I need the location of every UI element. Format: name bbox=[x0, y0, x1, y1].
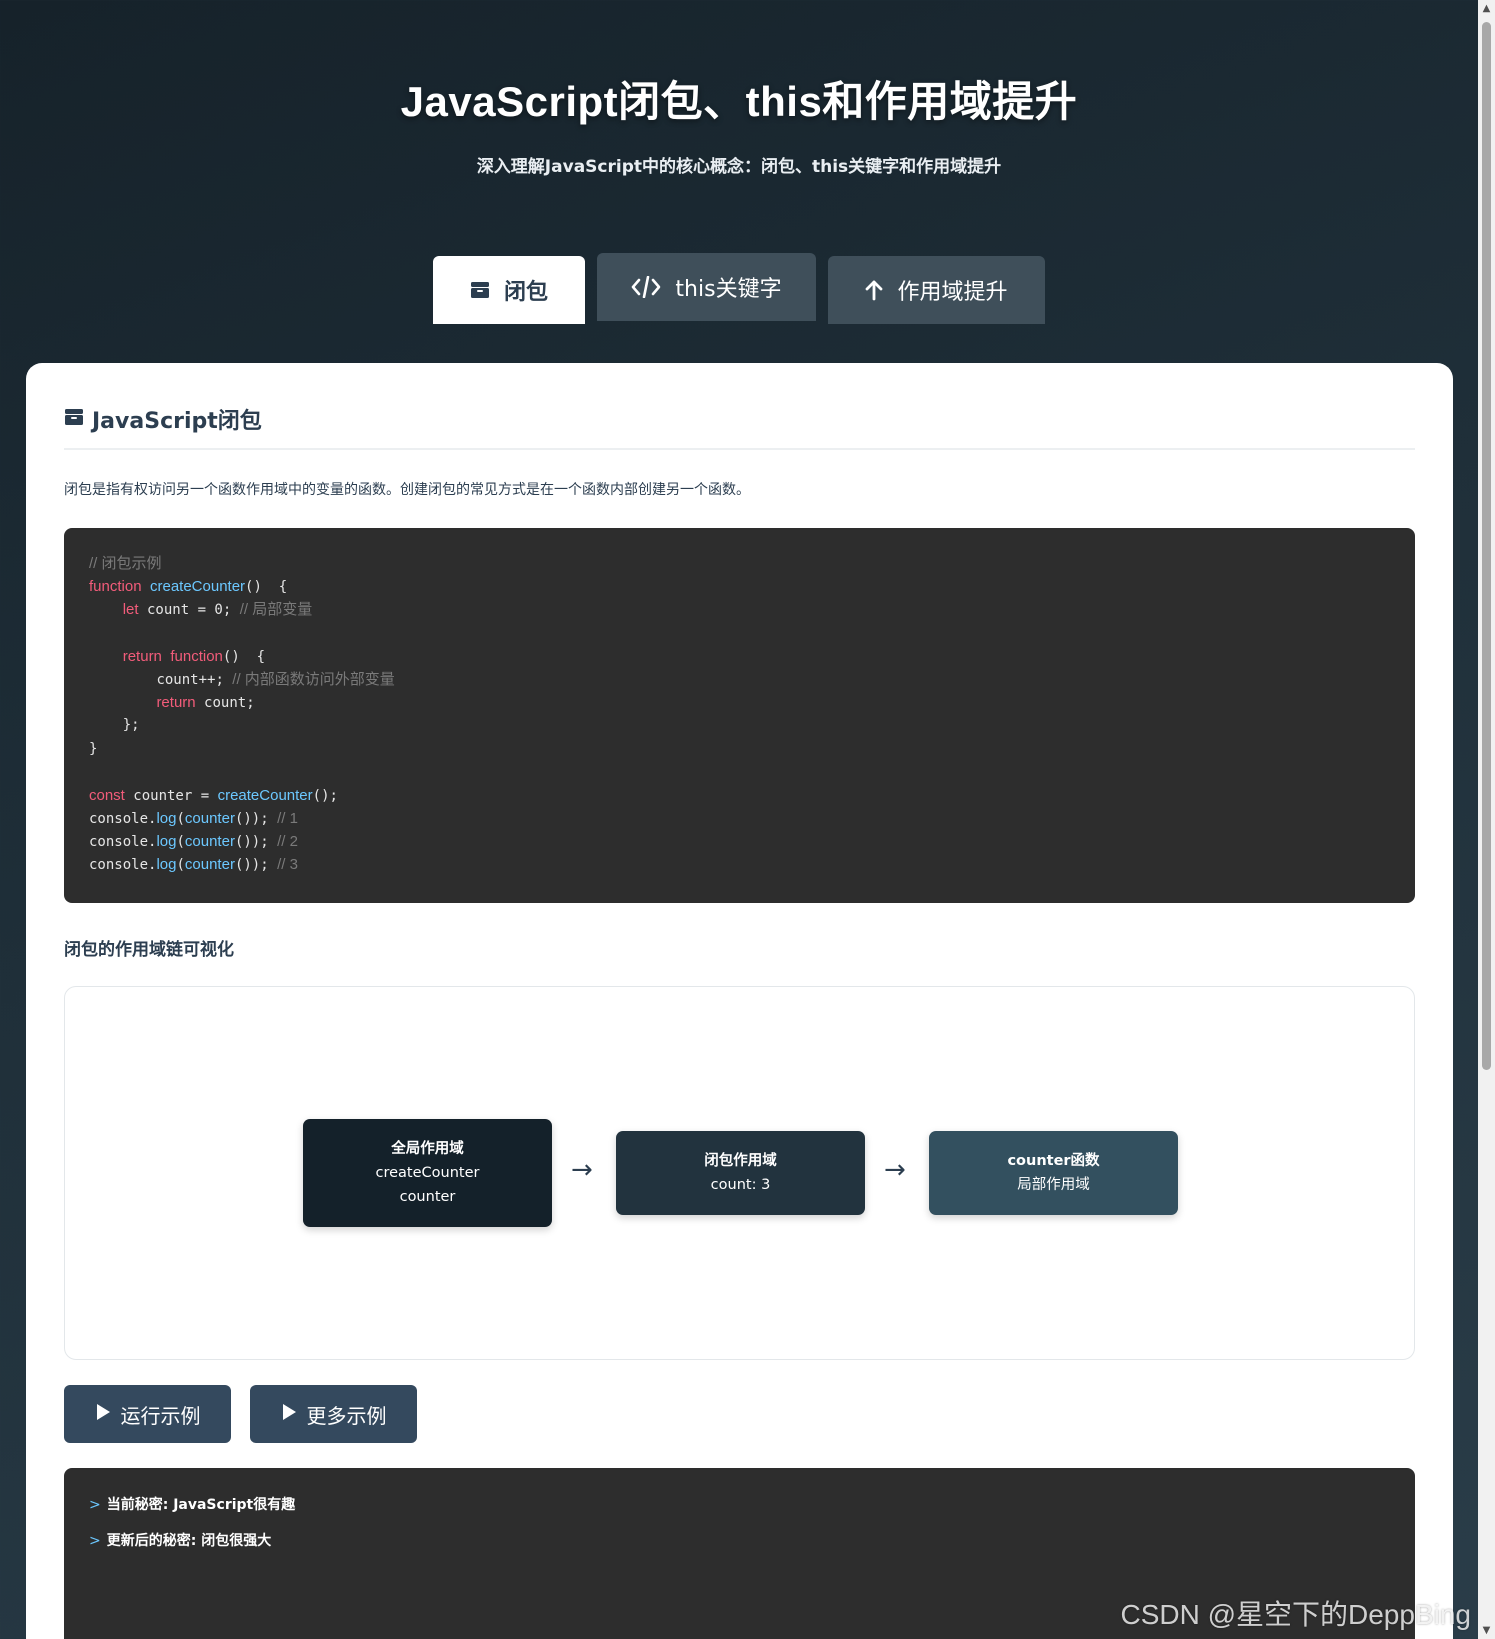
counter-scope-node: counter函数 局部作用域 bbox=[929, 1131, 1178, 1215]
code-line: const counter = createCounter(); bbox=[89, 786, 338, 804]
output-line: > 当前秘密: JavaScript很有趣 bbox=[89, 1497, 296, 1513]
page-title: JavaScript闭包、this和作用域提升 bbox=[400, 78, 1078, 125]
tab-label: 作用域提升 bbox=[897, 280, 1008, 305]
arrow-up-icon bbox=[865, 279, 883, 301]
global-scope-node: 全局作用域 createCounter counter bbox=[303, 1119, 552, 1227]
scroll-up-icon[interactable]: ▲ bbox=[1478, 0, 1495, 17]
tab-this[interactable]: this关键字 bbox=[597, 253, 816, 321]
output-line: > 更新后的秘密: 闭包很强大 bbox=[89, 1533, 272, 1549]
content-card: JavaScript闭包 闭包是指有权访问另一个函数作用域中的变量的函数。创建闭… bbox=[26, 363, 1453, 1639]
closure-scope-node: 闭包作用域 count: 3 bbox=[616, 1131, 865, 1215]
code-line: } bbox=[89, 740, 98, 757]
arrow-right-icon: → bbox=[884, 1155, 906, 1185]
scroll-down-icon[interactable]: ▼ bbox=[1478, 1622, 1495, 1639]
tab-label: 闭包 bbox=[503, 280, 548, 305]
scrollbar-thumb[interactable] bbox=[1482, 22, 1491, 1070]
more-examples-label: 更多示例 bbox=[306, 1403, 387, 1428]
page: JavaScript闭包、this和作用域提升 深入理解JavaScript中的… bbox=[0, 0, 1478, 1639]
section-title-text: JavaScript闭包 bbox=[92, 409, 262, 434]
scope-chain-visualization: 全局作用域 createCounter counter → 闭包作用域 coun… bbox=[64, 986, 1415, 1360]
tab-bar: 闭包 this关键字 作用域提升 bbox=[0, 253, 1478, 325]
visualization-title: 闭包的作用域链可视化 bbox=[64, 940, 234, 960]
code-block: // 闭包示例 function createCounter() { let c… bbox=[64, 528, 1415, 903]
code-line: }; bbox=[122, 717, 140, 734]
section-intro: 闭包是指有权访问另一个函数作用域中的变量的函数。创建闭包的常见方式是在一个函数内… bbox=[64, 482, 750, 498]
code-icon bbox=[631, 276, 661, 298]
code-line: console.log(counter()); // 2 bbox=[89, 833, 298, 851]
page-subtitle: 深入理解JavaScript中的核心概念：闭包、this关键字和作用域提升 bbox=[476, 157, 1002, 177]
play-icon bbox=[95, 1402, 111, 1426]
section-title: JavaScript闭包 bbox=[64, 403, 262, 435]
tab-label: this关键字 bbox=[675, 277, 782, 302]
code-line: let count = 0; // 局部变量 bbox=[122, 601, 313, 619]
arrow-right-icon: → bbox=[571, 1155, 593, 1185]
scrollbar[interactable]: ▲ ▼ bbox=[1478, 0, 1495, 1639]
code-line: console.log(counter()); // 1 bbox=[89, 810, 298, 828]
tab-closure[interactable]: 闭包 bbox=[433, 256, 585, 324]
code-line: return count; bbox=[156, 694, 255, 712]
code-line: function createCounter() { bbox=[89, 578, 288, 596]
code-line: count++; // 内部函数访问外部变量 bbox=[156, 670, 395, 688]
more-examples-button[interactable]: 更多示例 bbox=[250, 1385, 417, 1443]
code-line: console.log(counter()); // 3 bbox=[89, 856, 298, 874]
divider bbox=[64, 448, 1415, 450]
code-line: // 闭包示例 bbox=[89, 555, 162, 572]
watermark: CSDN @星空下的DeppBing bbox=[1120, 1599, 1471, 1630]
code-line: return function() { bbox=[122, 647, 266, 665]
tab-hoisting[interactable]: 作用域提升 bbox=[828, 256, 1045, 324]
run-example-label: 运行示例 bbox=[120, 1403, 201, 1428]
run-example-button[interactable]: 运行示例 bbox=[64, 1385, 231, 1443]
box-icon bbox=[64, 407, 84, 432]
play-icon bbox=[281, 1402, 297, 1426]
box-icon bbox=[470, 281, 490, 299]
